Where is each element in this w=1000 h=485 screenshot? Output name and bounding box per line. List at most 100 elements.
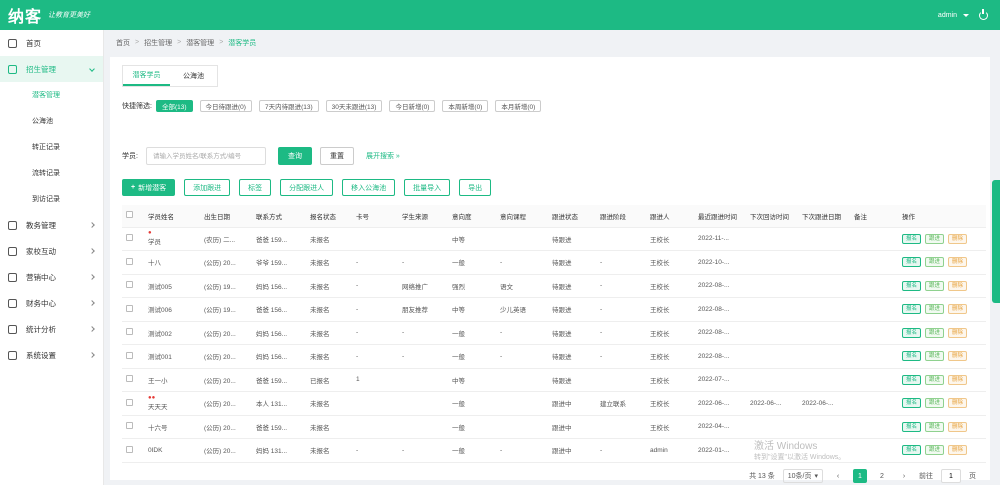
checkbox-icon[interactable] <box>126 445 133 453</box>
op-button-2[interactable]: 删除 <box>948 233 968 244</box>
checkbox-icon[interactable] <box>126 328 133 336</box>
op-button-2[interactable]: 删除 <box>948 398 968 409</box>
student-name[interactable]: 十六号 <box>148 425 168 432</box>
op-button-2[interactable]: 删除 <box>948 374 968 385</box>
sidebar-subitem-3[interactable]: 流转记录 <box>0 160 103 186</box>
sidebar-item-6[interactable]: 统计分析 <box>0 316 103 342</box>
brand-logo[interactable]: 纳客 <box>8 3 42 27</box>
user-menu[interactable]: admin <box>938 12 957 19</box>
op-button-2[interactable]: 删除 <box>948 445 968 456</box>
op-button-1[interactable]: 跟进 <box>925 374 945 385</box>
row-select-cell[interactable] <box>122 250 144 275</box>
action-button-4[interactable]: 移入公海池 <box>342 179 396 196</box>
page-size-select[interactable]: 10条/页 ▾ <box>782 469 823 483</box>
row-select-cell[interactable] <box>122 368 144 392</box>
student-name[interactable]: 十八 <box>148 260 161 267</box>
checkbox-icon[interactable] <box>126 257 133 265</box>
student-name-cell[interactable]: ● 学员 <box>144 227 200 251</box>
op-button-1[interactable]: 跟进 <box>925 304 945 315</box>
student-name-cell[interactable]: 测试006 <box>144 297 200 322</box>
tab-public-pool[interactable]: 公海池 <box>170 66 217 86</box>
expand-search-link[interactable]: 展开搜索 » <box>366 151 400 161</box>
breadcrumb-item[interactable]: 招生管理 <box>144 38 172 48</box>
checkbox-icon[interactable] <box>126 304 133 312</box>
sidebar-subitem-1[interactable]: 公海池 <box>0 108 103 134</box>
sidebar-item-5[interactable]: 财务中心 <box>0 290 103 316</box>
student-name[interactable]: 测试006 <box>148 307 172 314</box>
student-name-cell[interactable]: 测试005 <box>144 274 200 298</box>
sidebar-item-2[interactable]: 教务管理 <box>0 212 103 238</box>
row-select-cell[interactable] <box>122 415 144 439</box>
breadcrumb-item[interactable]: 首页 <box>116 38 130 48</box>
chevron-down-icon[interactable] <box>963 13 969 17</box>
action-button-3[interactable]: 分配跟进人 <box>280 179 334 196</box>
sidebar-item-4[interactable]: 营销中心 <box>0 264 103 290</box>
row-select-cell[interactable] <box>122 344 144 369</box>
action-button-5[interactable]: 批量导入 <box>404 179 451 196</box>
op-button-0[interactable]: 报名 <box>902 421 922 432</box>
action-button-2[interactable]: 标签 <box>239 179 272 196</box>
student-name-cell[interactable]: 十六号 <box>144 415 200 439</box>
student-name-cell[interactable]: 十八 <box>144 250 200 275</box>
row-select-cell[interactable] <box>122 391 144 416</box>
op-button-0[interactable]: 报名 <box>902 327 922 338</box>
row-select-cell[interactable] <box>122 274 144 298</box>
row-select-cell[interactable] <box>122 297 144 322</box>
quick-filter-chip[interactable]: 全部(13) <box>155 100 193 112</box>
next-page-icon[interactable]: › <box>897 469 911 483</box>
quick-filter-chip[interactable]: 今日待跟进(0) <box>199 100 252 112</box>
page-button-2[interactable]: 2 <box>875 469 889 483</box>
op-button-2[interactable]: 删除 <box>948 421 968 432</box>
quick-filter-chip[interactable]: 30天未跟进(13) <box>325 100 383 112</box>
quick-filter-chip[interactable]: 本月新增(0) <box>495 100 542 112</box>
checkbox-icon[interactable] <box>126 234 133 242</box>
student-name-cell[interactable]: 0IDK <box>144 438 200 463</box>
student-name[interactable]: 0IDK <box>148 447 162 454</box>
page-button-1[interactable]: 1 <box>853 469 867 483</box>
op-button-0[interactable]: 报名 <box>902 445 922 456</box>
quick-filter-chip[interactable]: 7天内待跟进(13) <box>258 100 319 112</box>
sidebar-item-7[interactable]: 系统设置 <box>0 342 103 368</box>
op-button-0[interactable]: 报名 <box>902 257 922 268</box>
op-button-0[interactable]: 报名 <box>902 233 922 244</box>
sidebar-subitem-4[interactable]: 到访记录 <box>0 186 103 212</box>
breadcrumb-item[interactable]: 潜客管理 <box>186 38 214 48</box>
op-button-2[interactable]: 删除 <box>948 304 968 315</box>
action-button-6[interactable]: 导出 <box>459 179 492 196</box>
action-button-0[interactable]: + 新增潜客 <box>122 179 176 196</box>
reset-button[interactable]: 重置 <box>319 147 354 165</box>
sidebar-item-3[interactable]: 家校互动 <box>0 238 103 264</box>
op-button-2[interactable]: 删除 <box>948 327 968 338</box>
op-button-1[interactable]: 跟进 <box>925 257 945 268</box>
op-button-2[interactable]: 删除 <box>948 257 968 268</box>
row-select-cell[interactable] <box>122 227 144 251</box>
floating-side-tab[interactable] <box>992 180 1000 303</box>
row-select-cell[interactable] <box>122 321 144 345</box>
op-button-0[interactable]: 报名 <box>902 398 922 409</box>
checkbox-icon[interactable] <box>126 375 133 383</box>
student-name[interactable]: 学员 <box>148 239 161 246</box>
select-all-cell[interactable] <box>122 205 144 228</box>
op-button-1[interactable]: 跟进 <box>925 233 945 244</box>
student-name[interactable]: 测试002 <box>148 331 172 338</box>
sidebar-item-1[interactable]: 招生管理 <box>0 56 103 82</box>
prev-page-icon[interactable]: ‹ <box>831 469 845 483</box>
tab-prospects[interactable]: 潜客学员 <box>123 66 170 86</box>
sidebar-subitem-0[interactable]: 潜客管理 <box>0 82 103 108</box>
student-name[interactable]: 测试005 <box>148 284 172 291</box>
student-name-cell[interactable]: 测试002 <box>144 321 200 345</box>
search-input[interactable] <box>145 147 266 165</box>
checkbox-icon[interactable] <box>126 211 133 219</box>
quick-filter-chip[interactable]: 本周新增(0) <box>442 100 489 112</box>
checkbox-icon[interactable] <box>126 281 133 289</box>
student-name-cell[interactable]: ●● 天天天 <box>144 391 200 416</box>
op-button-2[interactable]: 删除 <box>948 280 968 291</box>
op-button-1[interactable]: 跟进 <box>925 398 945 409</box>
student-name[interactable]: 天天天 <box>148 404 168 411</box>
row-select-cell[interactable] <box>122 438 144 463</box>
checkbox-icon[interactable] <box>126 398 133 406</box>
checkbox-icon[interactable] <box>126 351 133 359</box>
op-button-1[interactable]: 跟进 <box>925 327 945 338</box>
sidebar-item-0[interactable]: 首页 <box>0 30 103 56</box>
query-button[interactable]: 查询 <box>277 147 312 165</box>
